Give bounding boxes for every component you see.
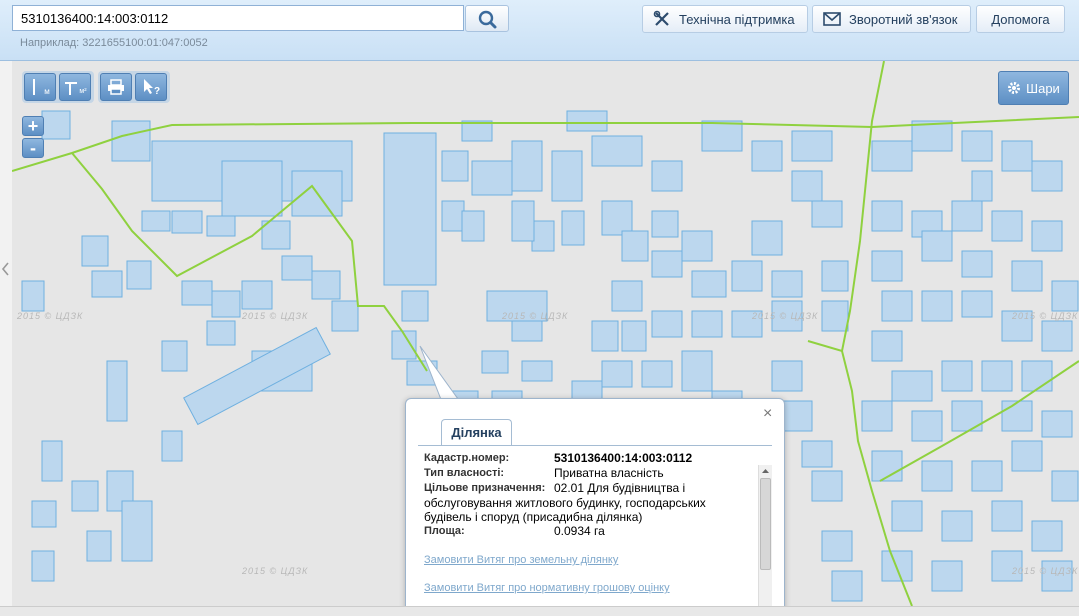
gear-icon — [1008, 82, 1021, 94]
layers-button[interactable]: Шари — [998, 71, 1069, 105]
support-button[interactable]: Технічна підтримка — [642, 5, 808, 33]
search-icon — [478, 10, 497, 29]
ownership-label: Тип власності: — [424, 467, 505, 479]
parcel-info: Кадастр.номер: 5310136400:14:003:0112 Ти… — [424, 451, 754, 594]
search-example: Наприклад: 3221655100:01:047:0052 — [20, 37, 208, 49]
print-button[interactable] — [100, 73, 132, 101]
area-measure-icon — [65, 82, 78, 95]
envelope-icon — [823, 12, 841, 26]
measure-area-button[interactable]: м² — [59, 73, 91, 101]
purpose-label: Цільове призначення: — [424, 482, 546, 494]
purpose-value-continued: обслуговування житлового будинку, господ… — [424, 496, 706, 524]
popup-scrollbar[interactable] — [758, 465, 772, 610]
ownership-value: Приватна власність — [554, 466, 664, 480]
area-label: Площа: — [424, 525, 465, 537]
order-land-extract-link[interactable]: Замовити Витяг про земельну ділянку — [424, 554, 754, 566]
scrollbar-thumb[interactable] — [760, 478, 771, 570]
cadastral-value: 5310136400:14:003:0112 — [554, 451, 693, 465]
zoom-out-button[interactable]: - — [22, 138, 44, 158]
popup-pointer — [419, 345, 458, 403]
svg-text:?: ? — [154, 86, 160, 96]
zoom-in-button[interactable]: + — [22, 116, 44, 136]
watermark: 2015 © ЦДЗК — [242, 311, 309, 321]
feedback-button[interactable]: Зворотний зв'язок — [812, 5, 971, 33]
top-bar: Наприклад: 3221655100:01:047:0052 Техніч… — [0, 0, 1079, 61]
order-valuation-extract-link[interactable]: Замовити Витяг про нормативну грошову оц… — [424, 582, 754, 594]
close-icon[interactable]: × — [763, 405, 772, 423]
search-input[interactable] — [12, 5, 464, 31]
watermark: 2015 © ЦДЗК — [17, 311, 84, 321]
watermark: 2015 © ЦДЗК — [1012, 311, 1079, 321]
tab-divider — [418, 445, 772, 446]
measure-length-button[interactable]: м — [24, 73, 56, 101]
tab-parcel[interactable]: Ділянка — [441, 419, 512, 445]
watermark: 2015 © ЦДЗК — [1012, 566, 1079, 576]
cadastral-label: Кадастр.номер: — [424, 452, 510, 464]
chevron-left-icon[interactable] — [0, 259, 12, 279]
search-button[interactable] — [465, 5, 509, 32]
cursor-question-icon: ? — [144, 79, 160, 96]
watermark: 2015 © ЦДЗК — [752, 311, 819, 321]
watermark: 2015 © ЦДЗК — [242, 566, 309, 576]
watermark: 2015 © ЦДЗК — [502, 311, 569, 321]
scroll-up-icon[interactable] — [759, 466, 772, 476]
ruler-icon — [33, 79, 36, 95]
printer-icon — [108, 79, 124, 95]
area-value: 0.0934 га — [554, 524, 605, 538]
parcel-popup: × Ділянка Кадастр.номер: 5310136400:14:0… — [405, 398, 785, 615]
tools-icon — [653, 10, 671, 28]
purpose-value: 02.01 Для будівництва і — [554, 481, 686, 495]
help-button[interactable]: Допомога — [976, 5, 1065, 33]
identify-button[interactable]: ? — [135, 73, 167, 101]
